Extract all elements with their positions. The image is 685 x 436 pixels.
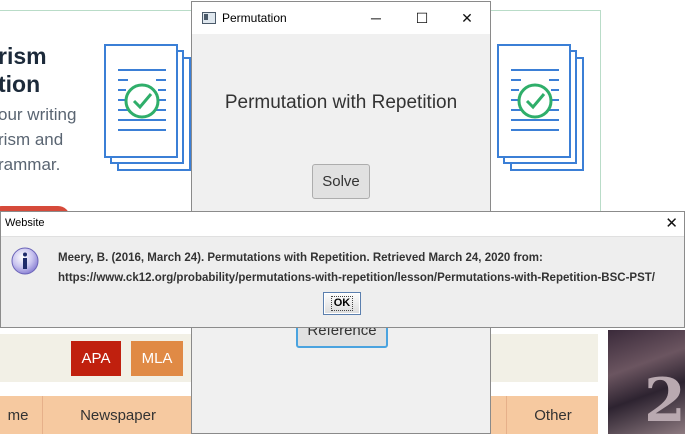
promo-description: our writing rism and rammar. xyxy=(0,105,77,174)
ok-label: OK xyxy=(330,296,354,311)
website-dialog: Website ✕ Meery, B. (2016, March 24). Pe… xyxy=(0,211,685,328)
info-icon xyxy=(11,247,39,275)
window-titlebar[interactable]: Permutation ─ ☐ ✕ xyxy=(192,2,490,34)
promo-title: rism tion xyxy=(0,43,47,97)
source-tab-newspaper[interactable]: Newspaper xyxy=(42,396,193,434)
document-check-icon-left xyxy=(104,44,191,171)
minimize-icon[interactable]: ─ xyxy=(353,2,399,34)
dialog-close-icon[interactable]: ✕ xyxy=(665,214,678,232)
dialog-message: Meery, B. (2016, March 24). Permutations… xyxy=(58,248,655,288)
maximize-icon[interactable]: ☐ xyxy=(399,2,445,34)
close-icon[interactable]: ✕ xyxy=(444,2,490,34)
dialog-message-line-2: https://www.ck12.org/probability/permuta… xyxy=(58,272,655,284)
mla-button[interactable]: MLA xyxy=(131,341,183,376)
apa-button[interactable]: APA xyxy=(71,341,121,376)
source-tab-other[interactable]: Other xyxy=(506,396,599,434)
ok-button[interactable]: OK xyxy=(323,292,361,315)
dialog-titlebar[interactable]: Website ✕ xyxy=(1,212,684,237)
window-title: Permutation xyxy=(222,11,287,25)
window-heading: Permutation with Repetition xyxy=(224,92,458,113)
side-photo: 2 xyxy=(608,330,685,436)
dialog-title: Website xyxy=(5,217,45,229)
dialog-message-line-1: Meery, B. (2016, March 24). Permutations… xyxy=(58,252,543,264)
document-check-icon-right xyxy=(497,44,584,171)
app-icon xyxy=(202,12,216,24)
source-tab-home[interactable]: me xyxy=(0,396,42,434)
solve-button[interactable]: Solve xyxy=(312,164,370,199)
